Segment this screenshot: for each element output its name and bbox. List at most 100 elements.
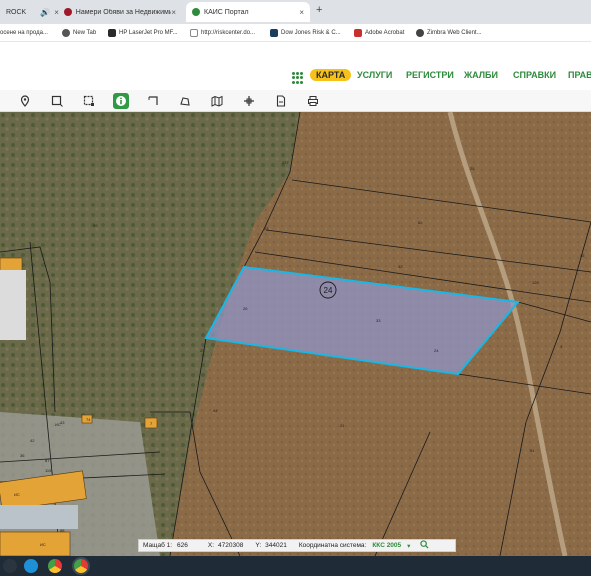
tab-label: ROCK <box>6 8 27 16</box>
crosshair-icon[interactable] <box>241 93 257 109</box>
building-roof <box>0 270 26 340</box>
search-icon[interactable] <box>420 540 429 551</box>
file-explorer-icon[interactable] <box>3 559 17 573</box>
tab-label: КАИС Портал <box>204 8 249 16</box>
parcel-label: 45 <box>580 253 585 258</box>
close-icon[interactable]: × <box>171 8 176 17</box>
x-label: X: <box>207 542 215 549</box>
scale-value: 626 <box>177 542 188 549</box>
select-area-icon[interactable] <box>81 93 97 109</box>
nav-spravki[interactable]: СПРАВКИ <box>513 70 556 80</box>
building <box>0 257 23 273</box>
screen: ROCK 🔊 × Намери Обяви за Недвижими × КАИ… <box>0 0 591 576</box>
parcel-label: 227 <box>282 160 289 165</box>
location-pin-icon[interactable] <box>17 93 33 109</box>
parcel-label: 62 <box>418 220 423 225</box>
nav-prava[interactable]: ПРАВ <box>568 70 591 80</box>
y-label: Y: <box>255 542 262 549</box>
parcel-label: 33 <box>376 318 381 323</box>
parcel-label: ИС <box>40 542 46 547</box>
parcel-label: 23 <box>264 226 269 231</box>
parcel-label: 20 <box>93 223 98 228</box>
parcel-label: 21 <box>340 423 345 428</box>
bookmark-item[interactable]: Dow Jones Risk & C... <box>270 27 341 39</box>
parcel-label: 74 <box>86 417 91 422</box>
map-status-bar: Мащаб 1: 626 X: 4720308 Y: 344021 Коорди… <box>138 539 456 552</box>
bookmark-item[interactable]: Zimbra Web Client... <box>416 27 482 39</box>
apps-grid-icon[interactable] <box>292 72 304 84</box>
parcel-number: 24 <box>324 286 333 295</box>
new-tab-button[interactable]: + <box>316 4 322 16</box>
parcel-label: 51 <box>530 448 535 453</box>
print-icon[interactable] <box>305 93 321 109</box>
cadastral-map[interactable]: 24 227 25 23 62 120 32 26 33 21 51 44 20… <box>0 112 591 556</box>
bookmark-label: http://riskcenter.do... <box>201 30 256 36</box>
bookmark-label: Adobe Acrobat <box>365 30 405 36</box>
bookmark-label: Zimbra Web Client... <box>427 30 482 36</box>
bookmark-item[interactable]: Adobe Acrobat <box>354 27 404 39</box>
bookmark-label: HP LaserJet Pro MF... <box>119 30 178 36</box>
map-canvas[interactable]: 24 227 25 23 62 120 32 26 33 21 51 44 20… <box>0 112 591 556</box>
tab-kais-portal[interactable]: КАИС Портал × <box>186 2 310 22</box>
bookmark-label: Dow Jones Risk & C... <box>281 30 341 36</box>
draw-polygon-icon[interactable] <box>177 93 193 109</box>
info-icon[interactable] <box>113 93 129 109</box>
crs-select[interactable]: ККС 2005 <box>372 542 401 549</box>
bookmark-label: New Tab <box>73 30 97 36</box>
bookmark-item[interactable]: http://riskcenter.do... <box>190 27 255 39</box>
parcel-label: 24 <box>434 348 439 353</box>
scale-label: Мащаб 1: <box>143 542 173 549</box>
zimbra-icon <box>416 29 424 37</box>
select-rect-icon[interactable] <box>49 93 65 109</box>
parcel-label: 120 <box>532 280 539 285</box>
dowjones-icon <box>270 29 278 37</box>
tab-property-listings[interactable]: Намери Обяви за Недвижими × <box>58 2 182 22</box>
bookmark-item[interactable]: осене на прода... <box>0 27 48 39</box>
page-icon <box>190 29 198 37</box>
nav-karta[interactable]: КАРТА <box>310 69 352 81</box>
parcel-label: 44 <box>213 408 218 413</box>
parcel-label: 25 <box>200 348 205 353</box>
bookmark-item[interactable]: New Tab <box>62 27 96 39</box>
parcel-label: 119 <box>45 468 52 473</box>
app-navigation: КАРТА УСЛУГИ РЕГИСТРИ ЖАЛБИ СПРАВКИ ПРАВ <box>0 66 591 88</box>
parcel-label: 26 <box>243 306 248 311</box>
parcel-label: 36 <box>20 453 25 458</box>
bookmark-label: осене на прода... <box>0 30 48 36</box>
parcel-label: 25 <box>470 166 475 171</box>
chevron-down-icon[interactable]: ▾ <box>407 542 410 550</box>
x-coordinate: 4720308 <box>218 542 244 549</box>
parcel-label: 43 <box>60 420 65 425</box>
os-taskbar <box>0 556 591 576</box>
map-layers-icon[interactable] <box>209 93 225 109</box>
y-coordinate: 344021 <box>265 542 287 549</box>
tab-label: Намери Обяви за Недвижими <box>75 8 172 16</box>
nav-registri[interactable]: РЕГИСТРИ <box>406 70 454 80</box>
close-icon[interactable]: × <box>299 8 304 17</box>
hp-icon <box>108 29 116 37</box>
nav-uslugi[interactable]: УСЛУГИ <box>357 70 392 80</box>
tab-rock[interactable]: ROCK 🔊 × <box>0 2 59 22</box>
chrome-icon[interactable] <box>48 559 62 573</box>
parcel-label: 32 <box>398 264 403 269</box>
skype-icon[interactable] <box>24 559 38 573</box>
crs-label: Координатна система: <box>298 542 367 549</box>
parcel-label: 88 <box>60 528 65 533</box>
globe-icon <box>62 29 70 37</box>
document-icon[interactable] <box>273 93 289 109</box>
parcel-label: ИС <box>55 422 61 427</box>
bookmark-item[interactable]: HP LaserJet Pro MF... <box>108 27 178 39</box>
map-toolbar <box>0 90 591 112</box>
site-favicon-icon <box>64 8 72 16</box>
adobe-icon <box>354 29 362 37</box>
browser-tab-strip: ROCK 🔊 × Намери Обяви за Недвижими × КАИ… <box>0 0 591 24</box>
nav-zhalbi[interactable]: ЖАЛБИ <box>464 70 498 80</box>
building <box>0 531 71 556</box>
parcel-label: 87 <box>45 458 50 463</box>
parcel-label: 42 <box>30 438 35 443</box>
chrome-active-icon[interactable] <box>74 559 88 573</box>
parcel-label: ИС <box>14 492 20 497</box>
kais-favicon-icon <box>192 8 200 16</box>
measure-icon[interactable] <box>145 93 161 109</box>
speaker-icon[interactable]: 🔊 <box>40 8 50 17</box>
